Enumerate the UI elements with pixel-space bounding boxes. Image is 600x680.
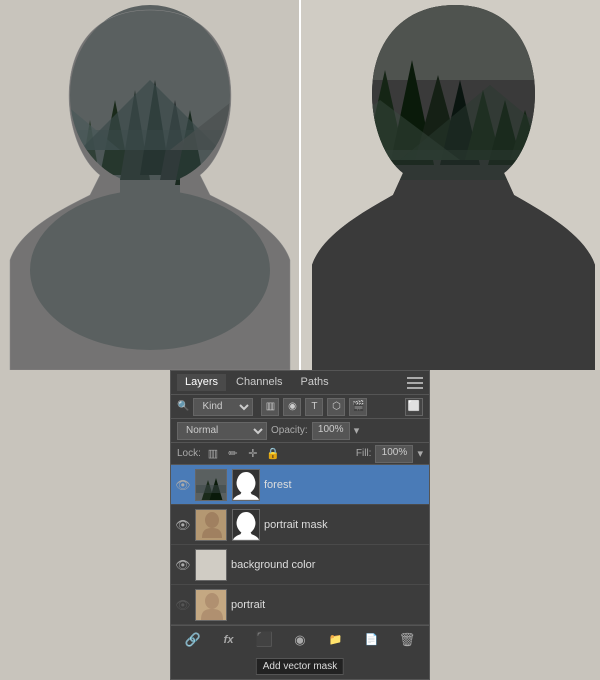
layer-name-portrait: portrait <box>231 599 425 611</box>
fill-label: Fill: <box>356 448 372 459</box>
layer-name-background: background color <box>231 559 425 571</box>
layer-mask-forest <box>232 469 260 501</box>
link-button[interactable]: 🔗 <box>183 630 203 650</box>
panel-menu-icon[interactable] <box>407 377 423 389</box>
group-button[interactable]: 📁 <box>326 630 346 650</box>
layer-thumb-portrait-mask <box>195 509 227 541</box>
layer-forest[interactable]: 👁 forest <box>171 465 429 505</box>
layer-portrait-mask[interactable]: 👁 portrait mask <box>171 505 429 545</box>
mask-button[interactable]: ⬛ <box>254 630 274 650</box>
visibility-forest[interactable]: 👁 <box>175 477 191 493</box>
tab-channels[interactable]: Channels <box>228 374 290 391</box>
blend-mode-select[interactable]: Normal <box>177 422 267 440</box>
filter-shape-btn[interactable]: ⬡ <box>327 398 345 416</box>
lock-pixels-btn[interactable]: ✏ <box>225 446 241 462</box>
fill-value[interactable]: 100% <box>375 445 413 463</box>
adjustment-button[interactable]: ◉ <box>290 630 310 650</box>
opacity-arrow[interactable]: ▾ <box>354 424 360 437</box>
lock-position-btn[interactable]: ✛ <box>245 446 261 462</box>
visibility-portrait[interactable]: 👁 <box>175 597 191 613</box>
tooltip-add-vector-mask: Add vector mask <box>256 658 344 675</box>
right-canvas-svg <box>300 0 600 370</box>
filter-adjust-btn[interactable]: ◉ <box>283 398 301 416</box>
fx-button[interactable]: fx <box>219 630 239 650</box>
blend-row: Normal Opacity: 100% ▾ <box>171 419 429 443</box>
left-canvas-svg <box>0 0 300 370</box>
filter-toggle-btn[interactable]: ⬜ <box>405 398 423 416</box>
filter-smart-btn[interactable]: 🎬 <box>349 398 367 416</box>
filter-row: 🔍 Kind ▥ ◉ T ⬡ 🎬 ⬜ <box>171 395 429 419</box>
layer-mask-portrait <box>232 509 260 541</box>
lock-icons: ▥ ✏ ✛ 🔒 <box>205 446 281 462</box>
tab-layers[interactable]: Layers <box>177 374 226 391</box>
lock-transparent-btn[interactable]: ▥ <box>205 446 221 462</box>
layer-name-forest: forest <box>264 479 425 491</box>
panel-bottom-toolbar: 🔗 fx ⬛ ◉ 📁 📄 🗑 Add vector mask <box>171 625 429 653</box>
layer-portrait[interactable]: 👁 portrait <box>171 585 429 625</box>
canvas-divider <box>299 0 301 370</box>
panel-header: Layers Channels Paths <box>171 371 429 395</box>
lock-label: Lock: <box>177 448 201 459</box>
panel-tabs: Layers Channels Paths <box>177 374 407 391</box>
canvas-right <box>300 0 600 370</box>
visibility-background[interactable]: 👁 <box>175 557 191 573</box>
canvas-left <box>0 0 300 370</box>
opacity-value[interactable]: 100% <box>312 422 350 440</box>
layer-name-portrait-mask: portrait mask <box>264 519 425 531</box>
delete-button[interactable]: 🗑 <box>397 630 417 650</box>
visibility-portrait-mask[interactable]: 👁 <box>175 517 191 533</box>
fill-arrow[interactable]: ▾ <box>417 447 423 460</box>
filter-icons: ▥ ◉ T ⬡ 🎬 <box>261 398 367 416</box>
search-icon: 🔍 <box>177 401 189 412</box>
layers-panel: Layers Channels Paths 🔍 Kind ▥ ◉ T ⬡ 🎬 ⬜… <box>170 370 430 680</box>
filter-kind-select[interactable]: Kind <box>193 398 253 416</box>
layer-background-color[interactable]: 👁 background color <box>171 545 429 585</box>
canvas-area <box>0 0 600 370</box>
opacity-label: Opacity: <box>271 425 308 436</box>
lock-row: Lock: ▥ ✏ ✛ 🔒 Fill: 100% ▾ <box>171 443 429 465</box>
layer-thumb-portrait2 <box>195 589 227 621</box>
layer-thumb-forest <box>195 469 227 501</box>
tab-paths[interactable]: Paths <box>293 374 337 391</box>
new-layer-button[interactable]: 📄 <box>361 630 381 650</box>
layer-thumb-background <box>195 549 227 581</box>
lock-all-btn[interactable]: 🔒 <box>265 446 281 462</box>
filter-type-btn[interactable]: T <box>305 398 323 416</box>
filter-pixel-btn[interactable]: ▥ <box>261 398 279 416</box>
